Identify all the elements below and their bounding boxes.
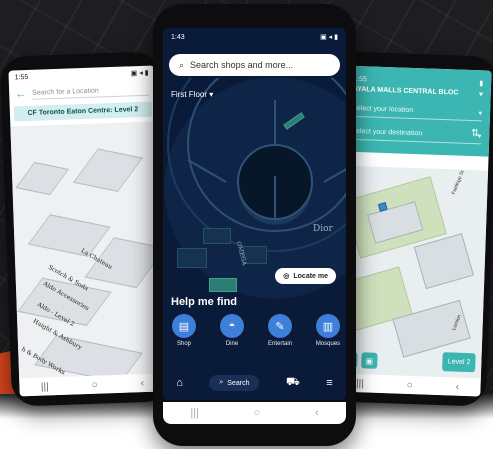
category-mosques[interactable]: ▥ Mosques [311, 314, 345, 347]
category-label: Shop [176, 341, 191, 347]
center-screen: Dior OMEGA 1:43 ▣ ◂ ▮ ⌕ Search shops and… [163, 28, 346, 400]
car-icon[interactable]: ⛟ [286, 376, 300, 390]
bag-icon: ▤ [172, 314, 196, 338]
map-shop [209, 278, 237, 292]
destination-select[interactable]: Select your destination ▾ [351, 124, 482, 145]
help-me-find-title: Help me find [171, 296, 238, 308]
search-tab[interactable]: ⌕ Search [209, 375, 260, 391]
map-block [15, 161, 70, 196]
locate-label: Locate me [293, 272, 328, 280]
map-block [27, 214, 111, 257]
recents-button[interactable]: ||| [190, 407, 199, 419]
cloche-icon: ◓ [220, 314, 244, 338]
map-shop [177, 248, 207, 268]
status-time: 1:55 [14, 73, 29, 81]
swap-icon[interactable]: ⇅ [471, 128, 480, 139]
chevron-down-icon: ▾ [478, 110, 483, 118]
location-select[interactable]: Select your location ▾ [351, 101, 483, 122]
directions-header: 1:55 ▮ AYALA MALLS CENTRAL BLOC ▾ Select… [342, 65, 492, 157]
recents-button[interactable]: ||| [41, 381, 49, 392]
floor-label: First Floor [171, 90, 207, 99]
left-screen: 1:55 ▣ ◂ ▮ ← Search for a Location CF To… [8, 65, 166, 397]
ticket-icon: ✎ [268, 314, 292, 338]
center-phone: Dior OMEGA 1:43 ▣ ◂ ▮ ⌕ Search shops and… [153, 4, 356, 446]
map-block [34, 335, 143, 379]
home-button[interactable]: ○ [254, 407, 261, 419]
location-search-bar: ← Search for a Location [9, 80, 156, 105]
category-label: Dine [225, 341, 239, 347]
back-button[interactable]: ‹ [456, 381, 460, 392]
status-bar: 1:43 ▣ ◂ ▮ [163, 28, 346, 46]
map-label: Fairlinge St [450, 169, 466, 196]
mosque-icon: ▥ [316, 314, 340, 338]
category-dine[interactable]: ◓ Dine [215, 314, 249, 347]
system-nav-bar: ||| ○ ‹ [163, 402, 346, 424]
home-icon[interactable]: ⌂ [176, 377, 183, 389]
status-icons: ▣ ◂ ▮ [130, 69, 149, 78]
search-icon: ⌕ [179, 59, 185, 70]
lock-icon[interactable]: ▣ [361, 352, 378, 369]
category-label: Entertain [267, 341, 292, 347]
shop-search-input[interactable]: Search shops and more... [190, 60, 293, 70]
status-icons: ▣ ◂ ▮ [320, 34, 338, 41]
menu-icon[interactable]: ≡ [326, 377, 332, 389]
map-block [413, 233, 474, 290]
system-nav-bar: ||| ○ ‹ [19, 373, 166, 397]
shop-search-bar[interactable]: ⌕ Search shops and more... [169, 54, 340, 76]
right-screen: 1:55 ▮ AYALA MALLS CENTRAL BLOC ▾ Select… [334, 65, 492, 397]
back-arrow-icon[interactable]: ← [15, 88, 26, 100]
floor-map[interactable]: La Chateau Scotch & Soda Aldo Accessorie… [10, 121, 166, 379]
floor-map[interactable]: Fairlinge St Lumion [334, 165, 489, 379]
map-block [72, 148, 143, 192]
search-icon: ⌕ [219, 379, 224, 386]
back-button[interactable]: ‹ [315, 407, 319, 419]
home-button[interactable]: ○ [91, 379, 97, 390]
chevron-down-icon[interactable]: ▾ [479, 90, 483, 98]
locate-me-button[interactable]: ◎ Locate me [275, 268, 336, 284]
category-entertain[interactable]: ✎ Entertain [263, 314, 297, 347]
level-button[interactable]: Level 2 [442, 352, 476, 373]
bottom-tab-bar: ⌂ ⌕ Search ⛟ ≡ [163, 366, 346, 400]
category-shop[interactable]: ▤ Shop [167, 314, 201, 347]
category-label: Mosques [315, 341, 341, 347]
recents-button[interactable]: ||| [356, 378, 364, 389]
level-banner: CF Toronto Eaton Centre: Level 2 [13, 101, 153, 122]
category-list: ▤ Shop ◓ Dine ✎ Entertain ▥ Mosques [167, 314, 346, 347]
back-button[interactable]: ‹ [140, 378, 144, 389]
map-label: Dior [313, 224, 333, 234]
map-shop [203, 228, 231, 244]
system-nav-bar: ||| ○ ‹ [334, 373, 481, 397]
map-spoke [274, 176, 276, 220]
destination-placeholder: Select your destination [351, 127, 423, 138]
floor-selector[interactable]: First Floor ▾ [171, 90, 213, 99]
crosshair-icon: ◎ [283, 273, 290, 280]
map-spoke [274, 100, 276, 144]
home-button[interactable]: ○ [407, 379, 413, 390]
search-tab-label: Search [227, 379, 250, 387]
status-icons: ▮ [479, 80, 484, 88]
left-phone: 1:55 ▣ ◂ ▮ ← Search for a Location CF To… [0, 51, 173, 407]
location-search-input[interactable]: Search for a Location [32, 83, 150, 100]
chevron-down-icon: ▾ [209, 90, 214, 99]
location-placeholder: Select your location [352, 104, 414, 114]
status-time: 1:43 [171, 33, 185, 41]
